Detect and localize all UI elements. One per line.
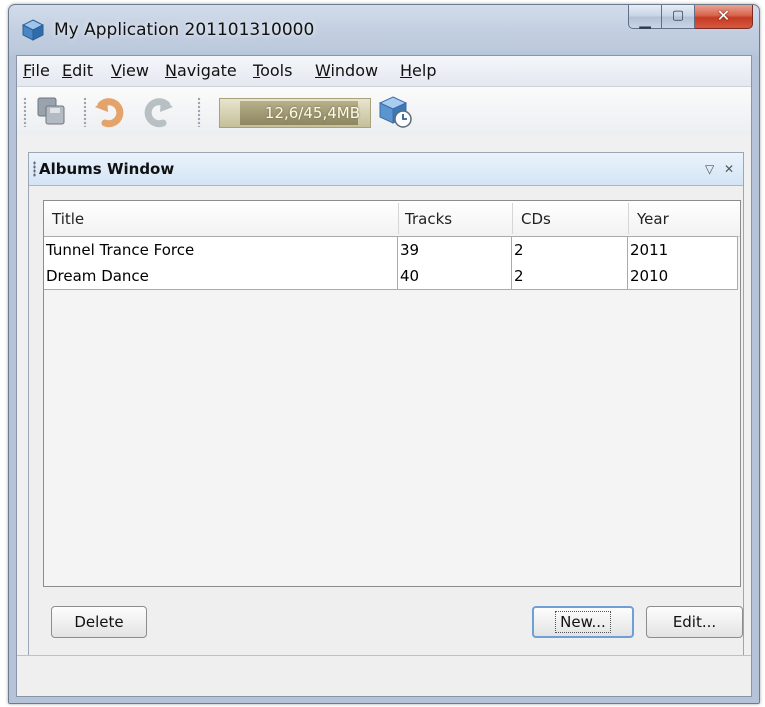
- toolbar: 12,6/45,4MB: [17, 87, 751, 135]
- undo-icon[interactable]: [93, 95, 127, 129]
- close-button[interactable]: ✕: [695, 5, 753, 29]
- column-header-tracks[interactable]: Tracks: [405, 210, 452, 228]
- column-divider[interactable]: [512, 203, 513, 234]
- app-cube-icon: [22, 19, 44, 41]
- caption-buttons: ▁ ▢ ✕: [628, 5, 753, 31]
- menu-tools-mnemonic: T: [253, 61, 261, 80]
- memory-label: 12,6/45,4MB: [264, 104, 360, 122]
- menu-navigate-label: avigate: [176, 61, 237, 80]
- status-bar: [17, 655, 751, 696]
- save-all-icon[interactable]: [35, 95, 69, 129]
- column-divider[interactable]: [398, 203, 399, 234]
- new-button[interactable]: New...: [532, 606, 634, 638]
- table-header: Title Tracks CDs Year: [44, 201, 740, 237]
- cell-tracks[interactable]: 40: [398, 263, 512, 289]
- new-button-label: New...: [555, 611, 611, 633]
- memory-indicator[interactable]: 12,6/45,4MB: [219, 98, 371, 128]
- menu-window-label: indow: [330, 61, 379, 80]
- menu-file[interactable]: File: [23, 61, 50, 80]
- toolbar-grip-2[interactable]: [83, 97, 87, 127]
- column-header-cds[interactable]: CDs: [521, 210, 551, 228]
- close-window-icon[interactable]: ✕: [724, 162, 734, 176]
- window-title: My Application 201101310000: [54, 20, 315, 40]
- menu-help[interactable]: Help: [400, 61, 436, 80]
- menu-edit[interactable]: Edit: [62, 61, 93, 80]
- panel-title: Albums Window: [39, 160, 175, 178]
- minimize-window-icon[interactable]: ▽: [705, 162, 714, 176]
- column-header-title[interactable]: Title: [52, 210, 84, 228]
- cell-cds[interactable]: 2: [512, 263, 628, 289]
- toolbar-grip-3[interactable]: [197, 97, 201, 127]
- cell-year[interactable]: 2010: [628, 263, 738, 289]
- table-row[interactable]: Tunnel Trance Force 39 2 2011: [44, 236, 738, 264]
- maximize-button[interactable]: ▢: [662, 5, 695, 29]
- cell-cds[interactable]: 2: [512, 237, 628, 263]
- application-window: My Application 201101310000 ▁ ▢ ✕ File E…: [8, 4, 760, 704]
- title-bar[interactable]: My Application 201101310000 ▁ ▢ ✕: [9, 5, 759, 55]
- menu-bar: File Edit View Navigate Tools Window Hel…: [17, 56, 751, 87]
- minimize-button[interactable]: ▁: [628, 5, 662, 29]
- menu-window-mnemonic: W: [315, 61, 331, 80]
- close-icon: ✕: [716, 6, 731, 25]
- client-area: File Edit View Navigate Tools Window Hel…: [16, 55, 752, 697]
- menu-edit-mnemonic: E: [62, 61, 73, 80]
- albums-window: Albums Window ▽ ✕ Title Tracks CDs Year …: [28, 152, 744, 674]
- redo-icon[interactable]: [141, 95, 175, 129]
- maximize-icon: ▢: [671, 8, 685, 23]
- cell-title[interactable]: Tunnel Trance Force: [44, 237, 398, 263]
- menu-view-label: iew: [121, 61, 149, 80]
- menu-help-label: elp: [412, 61, 437, 80]
- menu-tools-label: ools: [260, 61, 293, 80]
- garbage-collect-icon[interactable]: [379, 95, 413, 129]
- menu-help-mnemonic: H: [400, 61, 413, 80]
- table-row[interactable]: Dream Dance 40 2 2010: [44, 263, 738, 290]
- menu-navigate-mnemonic: N: [165, 61, 177, 80]
- column-header-year[interactable]: Year: [637, 210, 669, 228]
- column-divider[interactable]: [628, 203, 629, 234]
- menu-navigate[interactable]: Navigate: [165, 61, 237, 80]
- menu-edit-label: dit: [72, 61, 93, 80]
- cell-tracks[interactable]: 39: [398, 237, 512, 263]
- menu-file-label: ile: [31, 61, 50, 80]
- panel-grip[interactable]: [33, 161, 36, 177]
- minimize-icon: ▁: [639, 11, 651, 29]
- edit-button[interactable]: Edit...: [646, 606, 743, 638]
- menu-window[interactable]: Window: [315, 61, 378, 80]
- cell-year[interactable]: 2011: [628, 237, 738, 263]
- albums-table[interactable]: Title Tracks CDs Year Tunnel Trance Forc…: [43, 200, 741, 587]
- delete-button[interactable]: Delete: [51, 606, 147, 638]
- cell-title[interactable]: Dream Dance: [44, 263, 398, 289]
- albums-window-tab[interactable]: Albums Window ▽ ✕: [29, 153, 743, 186]
- menu-tools[interactable]: Tools: [253, 61, 292, 80]
- toolbar-grip[interactable]: [23, 97, 27, 127]
- menu-view[interactable]: View: [111, 61, 149, 80]
- menu-file-mnemonic: F: [23, 61, 32, 80]
- menu-view-mnemonic: V: [111, 61, 122, 80]
